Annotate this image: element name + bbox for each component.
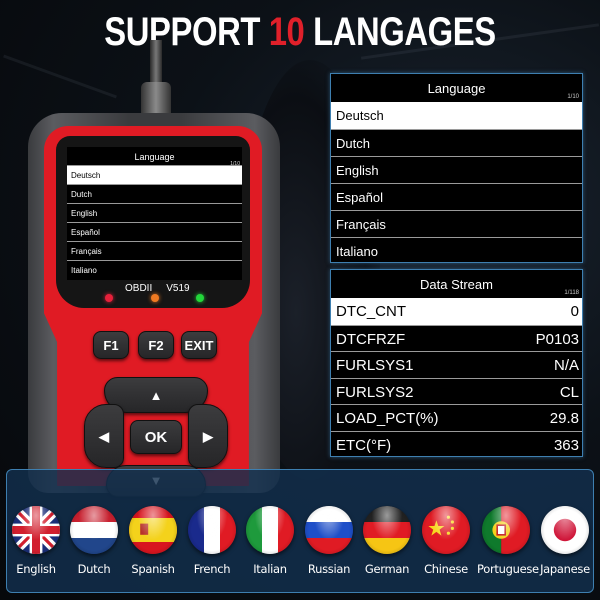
left-arrow-button[interactable]: ◀ — [84, 404, 124, 468]
flag-item-german: German — [358, 506, 416, 576]
device-screen-item[interactable]: English — [67, 203, 242, 222]
flag-item-spanish: Spanish — [124, 506, 182, 576]
model-version: V519 — [166, 283, 190, 294]
language-option[interactable]: Italiano — [331, 237, 582, 264]
pid-value: N/A — [553, 357, 579, 374]
japan-flag-icon — [541, 506, 589, 554]
device-screen-item[interactable]: Français — [67, 241, 242, 260]
f2-button[interactable]: F2 — [138, 331, 174, 359]
flag-label: French — [193, 562, 231, 576]
flag-label: Japanese — [540, 562, 590, 576]
data-stream-row[interactable]: LOAD_PCT(%) 29.8 — [331, 404, 582, 431]
language-option-label: Français — [336, 217, 386, 232]
led-green-indicator — [196, 294, 204, 302]
pid-value: 363 — [553, 436, 579, 454]
language-option[interactable]: Français — [331, 210, 582, 237]
model-name: OBDII — [125, 283, 153, 294]
russia-flag-icon — [305, 506, 353, 554]
language-option[interactable]: English — [331, 156, 582, 183]
headline-number: 10 — [268, 10, 305, 54]
pid-value: CL — [559, 383, 579, 401]
uk-flag-icon — [12, 506, 60, 554]
pid-name: FURLSYS2 — [336, 383, 414, 401]
flag-item-russian: Russian — [300, 506, 358, 576]
exit-button[interactable]: EXIT — [181, 331, 217, 359]
pid-name: FURLSYS1 — [336, 357, 414, 374]
device-screen-title: Language — [134, 152, 175, 162]
language-panel: Language 1/10 Deutsch Dutch English Espa… — [330, 73, 583, 263]
background-streak — [3, 54, 117, 99]
flag-label: Russian — [307, 562, 351, 576]
france-flag-icon — [188, 506, 236, 554]
flag-label: Italian — [253, 562, 287, 576]
data-stream-panel-counter: 1/118 — [564, 290, 579, 296]
flag-item-english: English — [7, 506, 65, 576]
language-panel-title: Language — [427, 81, 486, 96]
language-option-label: Dutch — [336, 136, 370, 151]
pid-name: DTC_CNT — [336, 303, 406, 320]
pid-value: 29.8 — [549, 410, 579, 427]
ok-button[interactable]: OK — [130, 420, 182, 454]
flag-label: Dutch — [77, 562, 111, 576]
italy-flag-icon — [246, 506, 294, 554]
pid-name: ETC(°F) — [336, 436, 392, 454]
device-screen-item[interactable]: Italiano — [67, 260, 242, 279]
language-panel-counter: 1/10 — [567, 94, 579, 100]
headline-part2: LANGAGES — [313, 10, 496, 54]
flag-label: Spanish — [131, 562, 175, 576]
data-stream-row[interactable]: DTCFRZF P0103 — [331, 324, 582, 352]
flag-label: German — [364, 562, 410, 576]
language-option[interactable]: Deutsch — [331, 102, 582, 129]
pid-value: P0103 — [535, 330, 579, 348]
language-option-label: Italiano — [336, 244, 378, 259]
device-screen-item[interactable]: Español — [67, 222, 242, 241]
flag-item-japanese: Japanese — [536, 506, 594, 576]
flag-label: Portuguese — [477, 562, 539, 576]
flag-label: English — [16, 562, 56, 576]
netherlands-flag-icon — [70, 506, 118, 554]
flag-item-french: French — [183, 506, 241, 576]
device-screen-counter: 1/10 — [230, 161, 240, 167]
data-stream-row[interactable]: FURLSYS2 CL — [331, 377, 582, 405]
spain-flag-icon — [129, 506, 177, 554]
language-option-label: English — [336, 163, 379, 178]
language-option[interactable]: Español — [331, 183, 582, 210]
f1-button[interactable]: F1 — [93, 331, 129, 359]
flag-item-portuguese: Portuguese — [477, 506, 539, 576]
flag-label: Chinese — [424, 562, 468, 576]
flag-item-chinese: Chinese — [417, 506, 475, 576]
data-stream-panel-title: Data Stream — [420, 277, 493, 292]
pid-value: 0 — [570, 303, 579, 320]
headline: SUPPORT 10 LANGAGES — [54, 10, 546, 55]
flag-item-italian: Italian — [241, 506, 299, 576]
language-option[interactable]: Dutch — [331, 129, 582, 156]
device-model-label: OBDII V519 — [125, 283, 190, 294]
device-screen-item[interactable]: Deutsch — [67, 165, 242, 184]
germany-flag-icon — [363, 506, 411, 554]
right-arrow-button[interactable]: ▶ — [188, 404, 228, 468]
data-stream-row[interactable]: DTC_CNT 0 — [331, 298, 582, 325]
china-flag-icon — [422, 506, 470, 554]
pid-name: DTCFRZF — [336, 330, 406, 348]
cable-strain-relief — [141, 82, 171, 116]
headline-part1: SUPPORT — [104, 10, 260, 54]
pid-name: LOAD_PCT(%) — [336, 410, 439, 427]
flag-item-dutch: Dutch — [65, 506, 123, 576]
data-stream-row[interactable]: ETC(°F) 363 — [331, 430, 582, 458]
device-screen-item[interactable]: Dutch — [67, 184, 242, 203]
data-stream-row[interactable]: FURLSYS1 N/A — [331, 351, 582, 378]
led-red-indicator — [105, 294, 113, 302]
language-option-label: Deutsch — [336, 108, 384, 123]
led-orange-indicator — [151, 294, 159, 302]
device-screen: Language 1/10 Deutsch Dutch English Espa… — [67, 147, 242, 280]
language-option-label: Español — [336, 190, 383, 205]
portugal-flag-icon — [482, 506, 530, 554]
data-stream-panel: Data Stream 1/118 DTC_CNT 0 DTCFRZF P0103 … — [330, 269, 583, 457]
